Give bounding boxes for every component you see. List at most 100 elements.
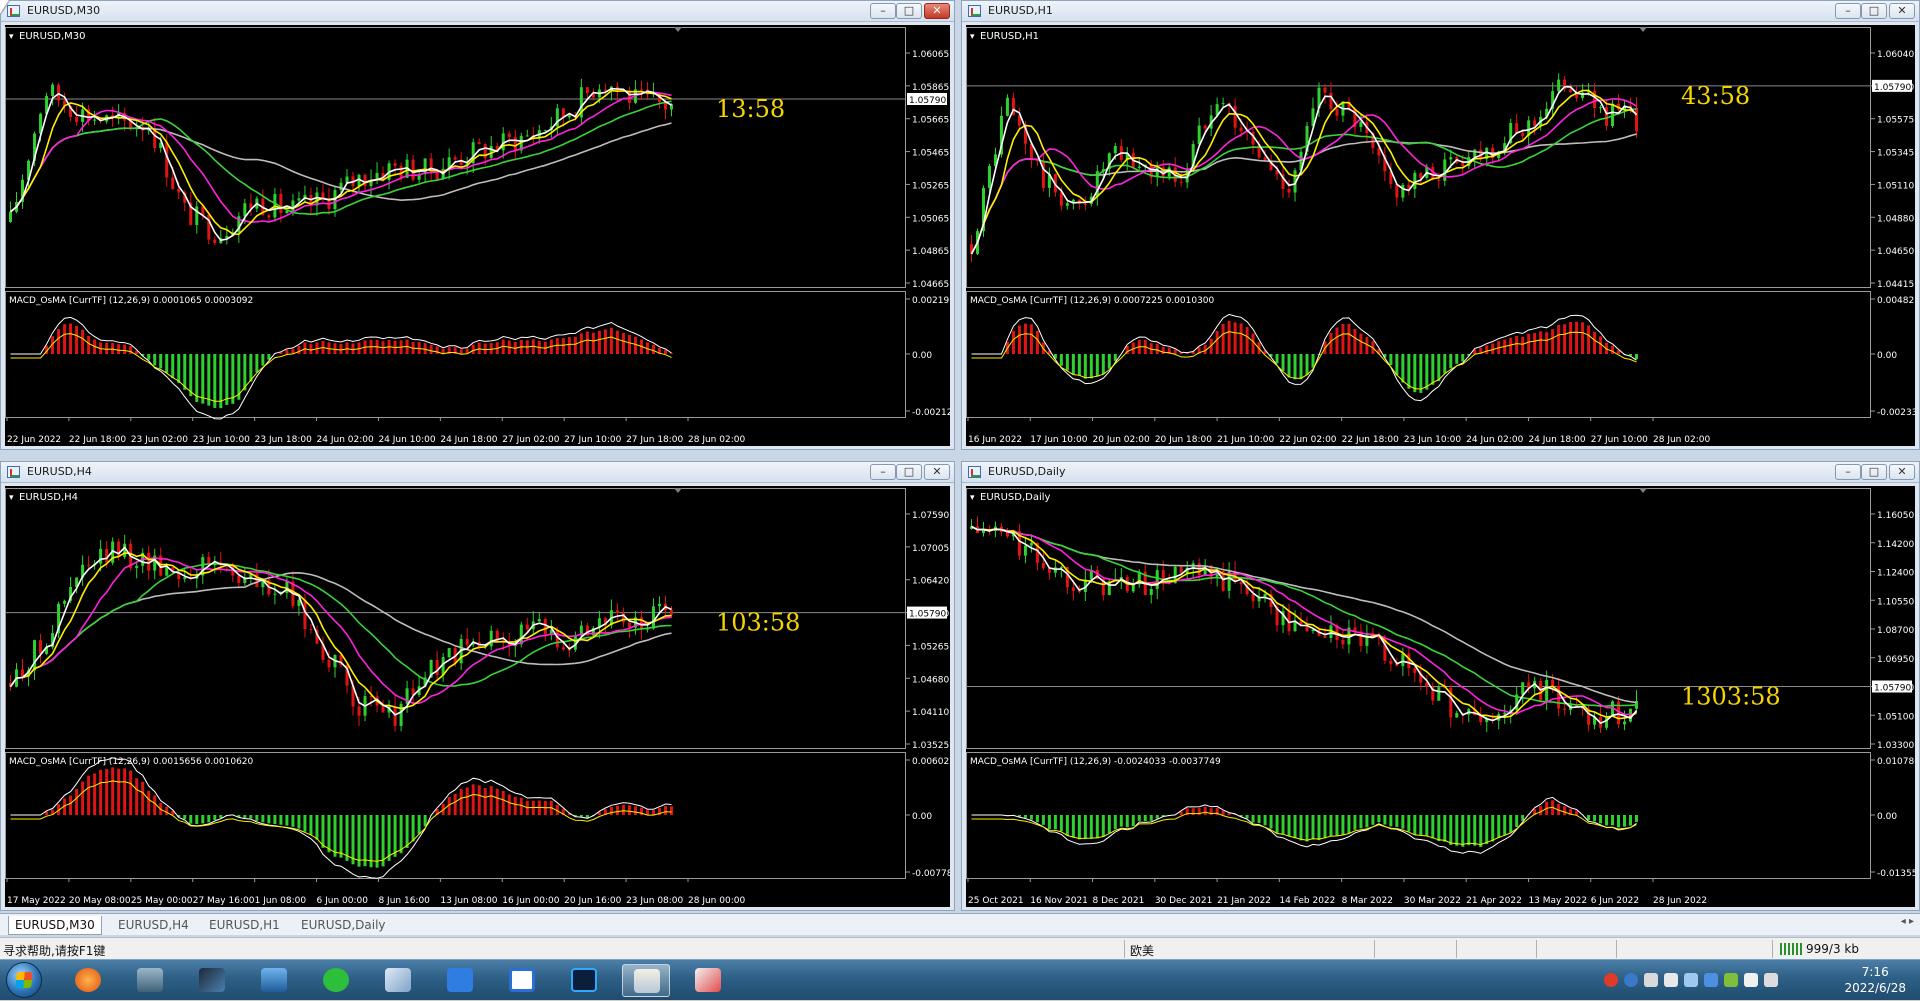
chart-menu-icon: ▾ xyxy=(9,32,14,42)
chart-svg[interactable]: ▾ EURUSD,Daily 1.16050 1.14200 1.12400 1.1055… xyxy=(966,486,1915,907)
chart-shift-marker xyxy=(674,488,682,493)
ma-green-line xyxy=(970,108,1637,255)
tab-scroll-arrows[interactable]: ◂ ▸ xyxy=(1901,916,1914,927)
help-icon[interactable] xyxy=(1624,973,1638,987)
maximize-button[interactable]: □ xyxy=(1861,3,1887,19)
sogou-ime-icon[interactable] xyxy=(1604,973,1618,987)
candle-body xyxy=(603,89,607,91)
candle-body xyxy=(489,630,493,647)
close-button[interactable]: ✕ xyxy=(1889,3,1915,19)
close-button[interactable]: ✕ xyxy=(924,464,950,480)
ma-green-line xyxy=(971,525,1637,708)
minimize-button[interactable]: – xyxy=(1835,3,1861,19)
candle-body xyxy=(267,215,271,218)
pen-app-icon[interactable] xyxy=(436,964,484,997)
candle-body xyxy=(525,624,529,630)
chart-svg[interactable]: ▾ EURUSD,H1 1.06040 1.05790 1.05575 1.05345 1.… xyxy=(966,25,1915,446)
chart-window-m30[interactable]: EURUSD,M30 – □ ✕ ▾ EURUSD,M30 1.06065 1.058… xyxy=(0,0,955,450)
photoshop-icon[interactable] xyxy=(560,964,608,997)
candle-body xyxy=(75,116,79,122)
candle-body xyxy=(987,166,991,188)
tab-eurusd-m30[interactable]: EURUSD,M30 xyxy=(8,916,102,935)
macd-main-line xyxy=(10,316,672,420)
maximize-button[interactable]: □ xyxy=(896,3,922,19)
z-app-icon[interactable] xyxy=(188,964,236,997)
monitor-app-icon[interactable] xyxy=(250,964,298,997)
notes-app-icon[interactable] xyxy=(374,964,422,997)
candle-body xyxy=(543,618,547,635)
time-tick-label: 24 Jun 18:00 xyxy=(1528,435,1585,445)
window-titlebar[interactable]: EURUSD,Daily – □ ✕ xyxy=(962,462,1919,483)
candle-body xyxy=(1071,587,1075,591)
chart-window-h1[interactable]: EURUSD,H1 – □ ✕ ▾ EURUSD,H1 1.06040 1.05790… xyxy=(961,0,1920,450)
tab-eurusd-daily[interactable]: EURUSD,Daily xyxy=(295,916,392,935)
time-tick-label: 22 Jun 02:00 xyxy=(1279,435,1336,445)
speaker-icon[interactable] xyxy=(1744,973,1758,987)
volume-mute-icon[interactable] xyxy=(1664,973,1678,987)
price-tick-label: 1.05345 xyxy=(1877,149,1914,159)
chart-menu-icon: ▾ xyxy=(9,493,14,503)
tab-eurusd-h1[interactable]: EURUSD,H1 xyxy=(203,916,286,935)
time-tick-label: 20 May 08:00 xyxy=(69,896,131,906)
flag-icon[interactable] xyxy=(1724,973,1738,987)
minimize-button[interactable]: – xyxy=(1835,464,1861,480)
tools-app-icon[interactable] xyxy=(126,964,174,997)
window-titlebar[interactable]: EURUSD,H4 – □ ✕ xyxy=(1,462,954,483)
macd-tick-label: 0.00 xyxy=(1877,812,1897,822)
candle-body xyxy=(447,648,451,658)
close-button[interactable]: ✕ xyxy=(1889,464,1915,480)
baidu-app-icon[interactable] xyxy=(498,964,546,997)
price-tick-label: 1.16050 xyxy=(1877,511,1914,521)
candle-body xyxy=(1059,567,1063,569)
candle-body xyxy=(1335,108,1339,116)
metatrader-taskbar-icon[interactable] xyxy=(622,964,670,997)
macd-tick-label: -0.002336 xyxy=(1877,408,1915,418)
maximize-button[interactable]: □ xyxy=(1861,464,1887,480)
candle-body xyxy=(1005,97,1009,116)
price-tick-label: 1.05575 xyxy=(1877,116,1914,126)
chart-canvas[interactable]: ▾ EURUSD,M30 1.06065 1.05865 1.05665 1.05465 1… xyxy=(5,25,950,446)
start-button[interactable] xyxy=(6,962,42,998)
chart-canvas[interactable]: ▾ EURUSD,H4 1.07590 1.07005 1.06420 1.05790 1.… xyxy=(5,486,950,907)
candle-body xyxy=(537,618,541,622)
price-tick-label: 1.07005 xyxy=(912,544,949,554)
candle-body xyxy=(1341,639,1345,645)
candle-body xyxy=(513,137,517,151)
candle-body xyxy=(543,130,547,132)
tab-eurusd-h4[interactable]: EURUSD,H4 xyxy=(112,916,195,935)
status-traffic: 999/3 kb xyxy=(1806,942,1859,956)
ma-yellow-line xyxy=(970,89,1637,255)
maximize-button[interactable]: □ xyxy=(896,464,922,480)
signal-icon[interactable] xyxy=(1764,973,1778,987)
network-icon[interactable] xyxy=(1684,973,1698,987)
chart-window-h4[interactable]: EURUSD,H4 – □ ✕ ▾ EURUSD,H4 1.07590 1.07005… xyxy=(0,461,955,911)
orange-app-icon[interactable] xyxy=(64,964,112,997)
time-tick-label: 25 Oct 2021 xyxy=(968,896,1024,906)
minimize-button[interactable]: – xyxy=(870,3,896,19)
minimize-button[interactable]: – xyxy=(870,464,896,480)
candle-body xyxy=(135,565,139,568)
close-button[interactable]: ✕ xyxy=(924,3,950,19)
chart-window-daily[interactable]: EURUSD,Daily – □ ✕ ▾ EURUSD,Daily 1.16050 1… xyxy=(961,461,1920,911)
time-tick-label: 27 Jun 18:00 xyxy=(626,435,683,445)
shield-icon[interactable] xyxy=(1704,973,1718,987)
time-tick-label: 23 Jun 08:00 xyxy=(626,896,683,906)
chart-canvas[interactable]: ▾ EURUSD,Daily 1.16050 1.14200 1.12400 1.1055… xyxy=(966,486,1915,907)
app-tray-icon[interactable] xyxy=(1644,973,1658,987)
candle-body xyxy=(1287,188,1291,193)
chart-svg[interactable]: ▾ EURUSD,H4 1.07590 1.07005 1.06420 1.05790 1.… xyxy=(5,486,950,907)
taskbar-clock[interactable]: 7:16 2022/6/28 xyxy=(1844,964,1906,996)
time-tick-label: 6 Jun 00:00 xyxy=(317,896,369,906)
chart-svg[interactable]: ▾ EURUSD,M30 1.06065 1.05865 1.05665 1.05465 1… xyxy=(5,25,950,446)
wechat-icon[interactable] xyxy=(312,964,360,997)
time-tick-label: 21 Apr 2022 xyxy=(1466,896,1522,906)
window-titlebar[interactable]: EURUSD,M30 – □ ✕ xyxy=(1,1,954,22)
paint-app-icon[interactable] xyxy=(684,964,732,997)
window-titlebar[interactable]: EURUSD,H1 – □ ✕ xyxy=(962,1,1919,22)
ma-yellow-line xyxy=(971,525,1637,720)
price-tick-label: 1.05110 xyxy=(1877,181,1914,191)
price-tick-label: 1.05465 xyxy=(912,149,949,159)
price-tick-label: 1.03525 xyxy=(912,741,949,751)
ma-magenta-line xyxy=(970,98,1637,255)
chart-canvas[interactable]: ▾ EURUSD,H1 1.06040 1.05790 1.05575 1.05345 1.… xyxy=(966,25,1915,446)
